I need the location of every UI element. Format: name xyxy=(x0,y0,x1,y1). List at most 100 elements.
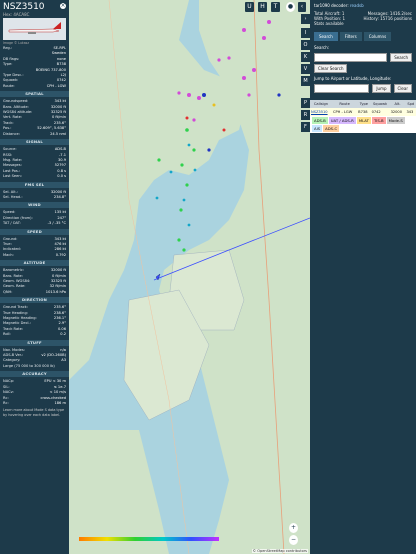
signal-value: 0.0 s xyxy=(57,174,66,179)
map-button-t[interactable]: T xyxy=(271,2,280,12)
legend-item[interactable]: UAT / ADS-R xyxy=(328,117,356,124)
info-label: Route: xyxy=(3,83,15,88)
col-alt[interactable]: Alt. xyxy=(389,100,406,108)
side-button-r[interactable]: R xyxy=(301,110,310,120)
cell-type: B738 xyxy=(357,108,371,116)
side-arrow-icon[interactable]: › xyxy=(301,14,310,24)
fms-value: 234.8° xyxy=(53,194,66,199)
stats-available[interactable]: Stats available xyxy=(310,21,416,26)
section-speed: SPEED xyxy=(0,228,69,235)
signal-label: Last Seen: xyxy=(3,174,22,179)
map-attribution: © OpenStreetMap contributors xyxy=(251,549,308,553)
info-label: Type: xyxy=(3,62,13,67)
cell-squawk: 0742 xyxy=(370,108,390,116)
decoder-link[interactable]: readsb xyxy=(350,3,364,8)
direction-value: 0.2 xyxy=(60,332,66,337)
brand-name: tar1090 xyxy=(314,3,330,8)
cell-spd: 343 xyxy=(405,108,416,116)
close-icon[interactable]: × xyxy=(60,3,66,9)
fms-label: Sel. Head.: xyxy=(3,194,23,199)
altitude-color-legend xyxy=(79,537,219,541)
info-value: CPH - LGW xyxy=(46,83,66,88)
cell-alt: 32000 xyxy=(389,108,406,116)
map-canvas[interactable] xyxy=(69,0,310,554)
col-route[interactable]: Route xyxy=(331,100,358,108)
altitude-label: QNH: xyxy=(3,289,13,294)
aircraft-photo[interactable] xyxy=(3,18,66,40)
section-accuracy: ACCURACY xyxy=(0,371,69,378)
legend-item[interactable]: TIS-B xyxy=(371,117,386,124)
help-note: Learn more about Mode S data type by hov… xyxy=(3,408,65,417)
wind-label: TAT / OAT: xyxy=(3,221,21,226)
col-callsign[interactable]: Callsign xyxy=(310,100,332,108)
jump-input[interactable] xyxy=(314,84,370,93)
side-button-v[interactable]: V xyxy=(301,64,310,74)
legend-item[interactable]: ADS-B xyxy=(312,117,328,124)
tab-columns[interactable]: Columns xyxy=(363,32,392,41)
jump-label: Jump to Airport or Latitude, Longitude: xyxy=(314,76,392,81)
cell-callsign[interactable]: NSZ3510 xyxy=(310,108,332,116)
legend-item[interactable]: Mode-S xyxy=(386,117,405,124)
decoder-label: decoder: xyxy=(331,3,349,8)
header-line: tar1090 decoder: readsb xyxy=(310,0,416,11)
legend-item[interactable]: MLAT xyxy=(356,117,371,124)
table-row[interactable]: NSZ3510 CPH - LGW B738 0742 32000 343 xyxy=(310,108,416,116)
section-altitude: ALTITUDE xyxy=(0,260,69,267)
search-button[interactable]: Search xyxy=(390,53,412,62)
spatial-value: 24.5 nmi xyxy=(50,131,66,136)
wind-row: TAT / OAT: -3 / -35 °C xyxy=(0,221,69,226)
legend-item[interactable]: ADS-C xyxy=(323,125,340,132)
legend-item[interactable]: AIS xyxy=(312,125,323,132)
aircraft-table: Callsign Route Type Squawk Alt. Spd NSZ3… xyxy=(310,100,416,116)
side-button-p[interactable]: P xyxy=(301,98,310,108)
callsign-title: NSZ3510 xyxy=(3,2,45,12)
side-button-i[interactable]: I xyxy=(301,28,310,38)
spatial-label: Distance: xyxy=(3,131,20,136)
history-count: History: 15716 positions xyxy=(363,16,412,21)
accuracy-label: Rc: xyxy=(3,400,9,405)
section-stuff: STUFF xyxy=(0,339,69,346)
panel-tabs: Search Filters Columns xyxy=(314,32,412,41)
zoom-in-button[interactable]: + xyxy=(289,523,298,533)
col-squawk[interactable]: Squawk xyxy=(370,100,390,108)
side-button-f[interactable]: F xyxy=(301,122,310,132)
map-button-h[interactable]: H xyxy=(258,2,267,12)
aircraft-list-panel: tar1090 decoder: readsb Total Aircraft: … xyxy=(310,0,416,554)
tab-filters[interactable]: Filters xyxy=(339,32,362,41)
direction-row: Roll: 0.2 xyxy=(0,332,69,337)
source-legend: ADS-B UAT / ADS-R MLAT TIS-B Mode-S AIS ADS-C xyxy=(310,116,416,133)
zoom-out-button[interactable]: − xyxy=(289,535,298,545)
map-button-u[interactable]: U xyxy=(245,2,254,12)
direction-label: Roll: xyxy=(3,332,11,337)
stuff-value: A3 xyxy=(61,358,66,363)
tab-search[interactable]: Search xyxy=(314,32,338,41)
collapse-left-icon[interactable]: ‹ xyxy=(298,2,306,12)
search-label: Search: xyxy=(314,45,330,50)
stuff-label: Large (75 000 to 300 000 lb) xyxy=(3,363,55,368)
settings-icon[interactable]: ● xyxy=(286,2,295,12)
section-signal: SIGNAL xyxy=(0,139,69,146)
altitude-value: 1013.6 hPa xyxy=(45,289,66,294)
cell-route: CPH - LGW xyxy=(331,108,358,116)
col-spd[interactable]: Spd xyxy=(405,100,416,108)
jump-button[interactable]: Jump xyxy=(372,84,391,93)
side-button-o[interactable]: O xyxy=(301,40,310,50)
accuracy-value: 186 m xyxy=(54,400,66,405)
info-label: Reg.: xyxy=(3,46,13,50)
side-button-m[interactable]: M xyxy=(301,76,310,86)
col-type[interactable]: Type xyxy=(357,100,371,108)
aircraft-info-panel: NSZ3510 Hex: 4ACA8C × Image © Lukasz Reg… xyxy=(0,0,69,554)
info-row: Route: CPH - LGW xyxy=(0,84,69,89)
spatial-row: Distance: 24.5 nmi xyxy=(0,132,69,137)
side-button-k[interactable]: K xyxy=(301,52,310,62)
clear-search-button[interactable]: Clear Search xyxy=(314,64,348,73)
wind-value: -3 / -35 °C xyxy=(47,221,66,226)
table-header: Callsign Route Type Squawk Alt. Spd xyxy=(310,100,416,108)
section-wind: WIND xyxy=(0,202,69,209)
altitude-row: QNH: 1013.6 hPa xyxy=(0,290,69,295)
map-view[interactable]: U H T ● ‹ › I O K V M P R F + − © OpenSt… xyxy=(69,0,310,554)
search-input[interactable] xyxy=(314,53,388,62)
jump-clear-button[interactable]: Clear xyxy=(393,84,412,93)
stuff-row: Large (75 000 to 300 000 lb) xyxy=(0,364,69,369)
section-fms: FMS SEL xyxy=(0,181,69,188)
